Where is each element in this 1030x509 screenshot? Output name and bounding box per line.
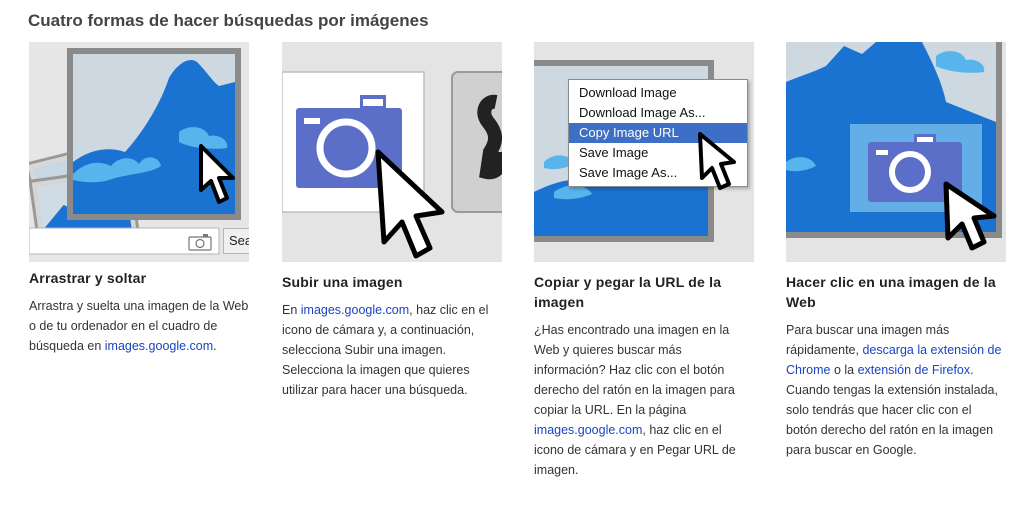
copy-url-illustration: Download Image Download Image As... Copy… <box>534 42 754 262</box>
card-description: Para buscar una imagen más rápidamente, … <box>786 323 1002 457</box>
drag-drop-illustration: Sea <box>29 42 249 262</box>
context-menu: Download Image Download Image As... Copy… <box>568 79 748 187</box>
menu-item-download-image-as[interactable]: Download Image As... <box>569 103 747 123</box>
card-title: Subir una imagen <box>282 274 403 290</box>
card-title: Hacer clic en una imagen de la Web <box>786 274 996 310</box>
menu-item-save-image-as[interactable]: Save Image As... <box>569 163 747 183</box>
images-google-link[interactable]: images.google.com <box>534 423 642 437</box>
images-google-link[interactable]: images.google.com <box>301 303 409 317</box>
card-description: ¿Has encontrado una imagen en la Web y q… <box>534 323 736 477</box>
card-copy-paste-url: Download Image Download Image As... Copy… <box>534 42 754 480</box>
card-drag-and-drop: Sea Arrastrar y soltar Arrastra y suelta… <box>29 42 249 356</box>
card-description: Arrastra y suelta una imagen de la Web o… <box>29 299 249 353</box>
card-description: En images.google.com, haz clic en el ico… <box>282 303 489 397</box>
menu-item-copy-image-url[interactable]: Copy Image URL <box>569 123 747 143</box>
firefox-extension-link[interactable]: extensión de Firefox <box>858 363 971 377</box>
card-title: Arrastrar y soltar <box>29 270 147 286</box>
upload-illustration <box>282 42 502 262</box>
images-google-link[interactable]: images.google.com <box>105 339 213 353</box>
page-heading: Cuatro formas de hacer búsquedas por imá… <box>28 11 429 30</box>
menu-item-download-image[interactable]: Download Image <box>569 83 747 103</box>
menu-item-save-image[interactable]: Save Image <box>569 143 747 163</box>
card-upload-image: Subir una imagen En images.google.com, h… <box>282 42 502 400</box>
card-click-web-image: Hacer clic en una imagen de la Web Para … <box>786 42 1006 460</box>
search-button[interactable]: Sea <box>223 228 249 254</box>
card-title: Copiar y pegar la URL de la imagen <box>534 274 722 310</box>
click-image-illustration <box>786 42 1006 262</box>
